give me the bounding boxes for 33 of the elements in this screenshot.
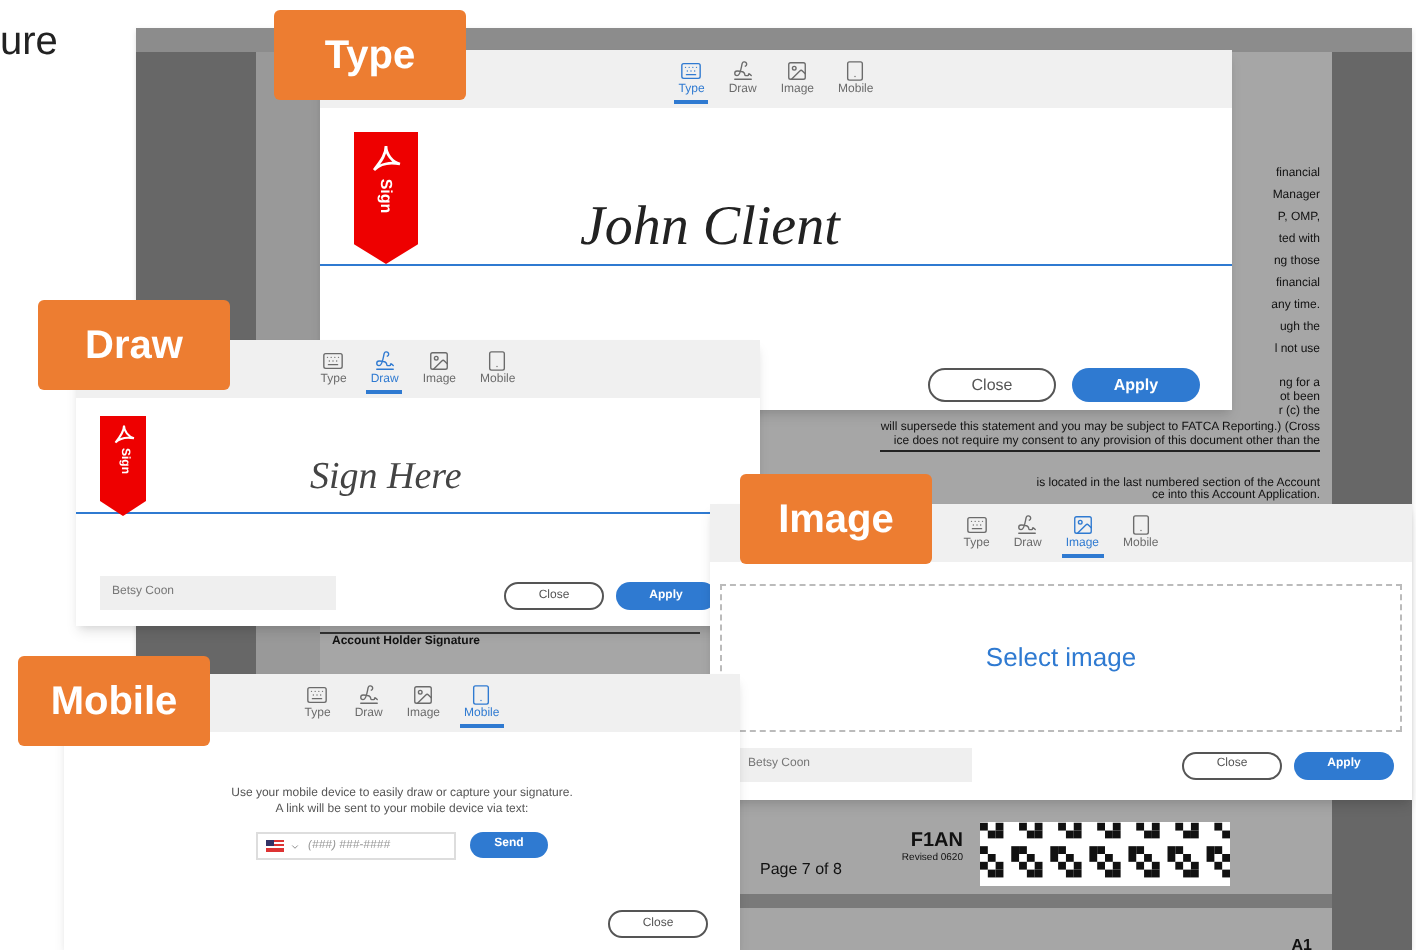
image-icon [1071, 514, 1094, 536]
close-button[interactable]: Close [928, 368, 1056, 402]
signature-icon [373, 350, 396, 372]
keyboard-icon [680, 60, 703, 82]
acrobat-logo-icon [111, 424, 135, 444]
barcode-icon [979, 822, 1229, 886]
sign-here-flag: Sign [354, 132, 418, 264]
callout-label: Draw [38, 300, 230, 390]
signature-icon [1016, 514, 1039, 536]
signature-pad[interactable]: Sign John Client [320, 108, 1232, 266]
typed-signature: John Client [580, 196, 840, 260]
acrobat-logo-icon [370, 144, 402, 172]
callout-label: Image [740, 474, 932, 564]
form-code: F1AN [910, 829, 963, 851]
keyboard-icon [965, 514, 988, 536]
signature-icon [731, 60, 754, 82]
callout-label: Mobile [18, 656, 210, 746]
signature-icon [357, 684, 380, 706]
image-icon [428, 350, 451, 372]
image-icon [412, 684, 435, 706]
keyboard-icon [306, 684, 329, 706]
tablet-icon [1129, 514, 1152, 536]
page-code: A1 [1291, 934, 1312, 950]
page-number: Page 7 of 8 [760, 858, 842, 882]
heading-text: ure [0, 18, 58, 68]
tablet-icon [486, 350, 509, 372]
keyboard-icon [322, 350, 345, 372]
tablet-icon [470, 684, 493, 706]
apply-button[interactable]: Apply [1072, 368, 1200, 402]
signature-placeholder: Sign Here [310, 454, 462, 502]
tablet-icon [844, 60, 867, 82]
image-icon [786, 60, 809, 82]
callout-label: Type [274, 10, 466, 100]
